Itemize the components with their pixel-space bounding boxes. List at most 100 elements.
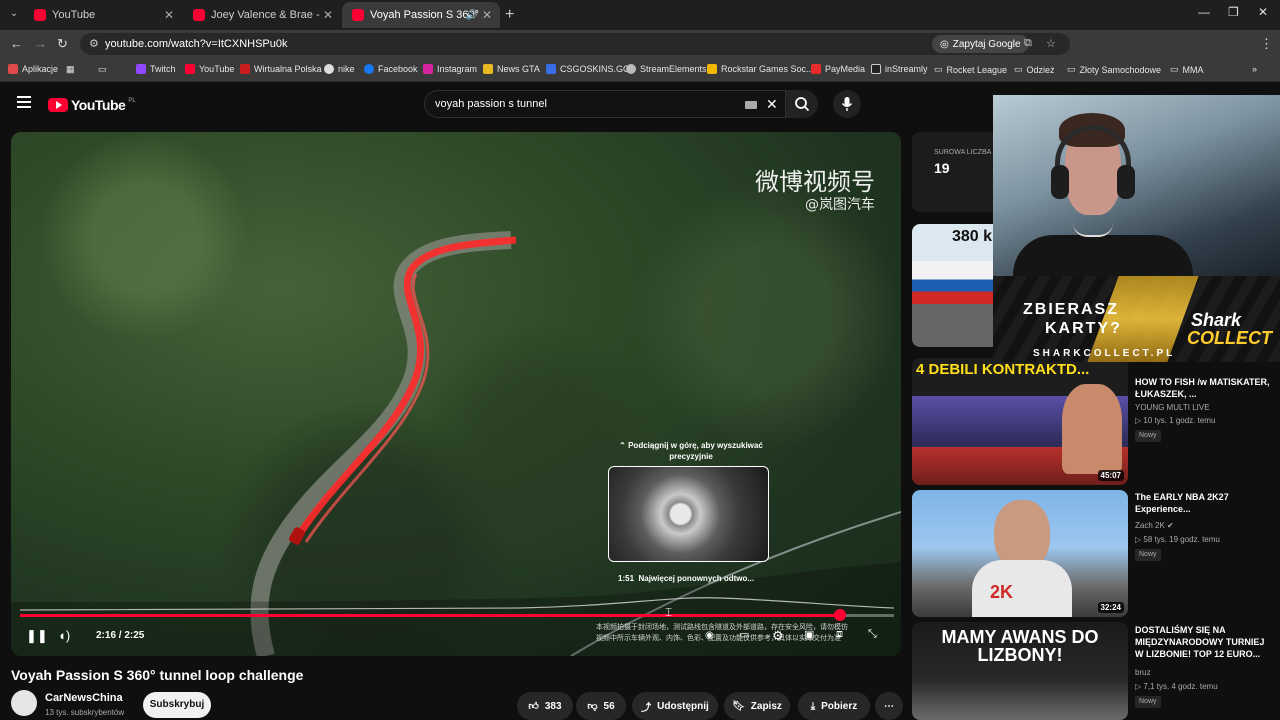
bookmark-csgoskins[interactable]: CSGOSKINS.GG — [546, 64, 630, 74]
bookmark-nike[interactable]: nike — [324, 64, 355, 74]
streamelements-icon — [626, 64, 636, 74]
new-tab-plus-icon[interactable]: + — [505, 6, 514, 24]
bookmark-twitch[interactable]: Twitch — [136, 64, 176, 74]
progress-scrubber-handle[interactable] — [833, 609, 846, 621]
reload-icon[interactable]: ↻ — [57, 36, 68, 52]
ask-google-button[interactable]: ◎ Zapytaj Google — [932, 35, 1029, 53]
download-icon: ⤓ — [810, 700, 816, 712]
recommendation-title[interactable]: HOW TO FISH /w MATISKATER, ŁUKASZEK, ... — [1135, 376, 1275, 400]
ask-google-label: Zapytaj Google — [952, 38, 1021, 50]
tab-youtube[interactable]: YouTube ✕ — [24, 2, 182, 28]
wp-icon — [240, 64, 250, 74]
bookmark-apps[interactable]: Aplikacje — [8, 64, 58, 74]
close-icon[interactable]: ✕ — [482, 8, 492, 22]
clear-search-icon[interactable]: ✕ — [766, 96, 778, 113]
bookmark-instreamly[interactable]: inStreamly — [871, 64, 928, 74]
url-text[interactable]: youtube.com/watch?v=ItCXNHSPu0k — [105, 38, 288, 50]
save-button[interactable]: 🔖︎ Zapisz — [724, 692, 790, 720]
bookmark-news-gta[interactable]: News GTA — [483, 64, 540, 74]
search-button[interactable] — [786, 90, 818, 118]
volume-icon[interactable]: ◖) — [58, 628, 70, 643]
cast-icon[interactable]: ⧈ — [836, 628, 843, 641]
recommendation-thumbnail[interactable]: MAMY AWANS DO LIZBONY! — [912, 622, 1128, 720]
recommendation-thumbnail[interactable]: 4 DEBILI KONTRAKTD... 45:07 — [912, 358, 1128, 485]
video-player[interactable]: 微博视频号 @岚图汽车 ⌃ Podciągnij w górę, aby wys… — [11, 132, 901, 656]
voice-search-button[interactable] — [833, 90, 861, 118]
forward-arrow-icon[interactable]: → — [34, 36, 47, 51]
site-info-icon[interactable]: ⚙ — [89, 37, 99, 50]
seek-precision-hint: ⌃ Podciągnij w górę, aby wyszukiwać prec… — [619, 441, 763, 461]
microphone-icon — [841, 97, 853, 111]
folder-icon: ▭ — [1014, 64, 1023, 74]
dislike-button[interactable]: 👎︎ 56 — [576, 692, 626, 720]
apps-grid-icon[interactable]: ▦ — [66, 64, 75, 75]
recommendation-title[interactable]: DOSTALIŚMY SIĘ NA MIĘDZYNARODOWY TURNIEJ… — [1135, 624, 1275, 660]
video-duration: 45:07 — [1097, 470, 1124, 481]
autoplay-toggle-icon[interactable]: ◉ — [705, 630, 714, 641]
omnibox[interactable]: ⚙ youtube.com/watch?v=ItCXNHSPu0k ◎ Zapy… — [80, 33, 1070, 55]
install-app-icon[interactable]: ⧉ — [1024, 37, 1032, 50]
bookmark-folder-odziez[interactable]: ▭ Odzież — [1014, 64, 1055, 75]
bookmark-wp[interactable]: Wirtualna Polska — [240, 64, 322, 74]
more-bookmarks-icon[interactable]: » — [1252, 64, 1257, 74]
recommendation-channel[interactable]: YOUNG MULTI LIVE — [1135, 403, 1210, 412]
recommendation-thumbnail[interactable]: 2K 32:24 — [912, 490, 1128, 617]
recommendation-channel[interactable]: bruz — [1135, 668, 1151, 677]
bookmark-youtube[interactable]: YouTube — [185, 64, 234, 74]
banner-url: SHARKCOLLECT.PL — [1033, 348, 1176, 359]
folder-icon[interactable]: ▭ — [98, 64, 107, 75]
recommendation-channel[interactable]: Zach 2K ✔ — [1135, 521, 1174, 530]
bookmark-rockstar[interactable]: Rockstar Games Soc... — [707, 64, 814, 74]
share-button[interactable]: ⤴ Udostępnij — [632, 692, 718, 720]
stat-label: SUROWA LICZBA — [934, 149, 992, 156]
tab-search-icon[interactable]: ⌄ — [5, 5, 23, 23]
bookmark-facebook[interactable]: Facebook — [364, 64, 418, 74]
tab-voyah[interactable]: Voyah Passion S 360° tunne 🔊 ✕ — [342, 2, 500, 28]
bookmark-star-icon[interactable]: ☆ — [1046, 37, 1056, 50]
menu-hamburger-icon[interactable] — [17, 96, 31, 111]
download-button[interactable]: ⤓ Pobierz — [798, 692, 870, 720]
keyboard-icon[interactable] — [745, 101, 757, 109]
close-icon[interactable]: ✕ — [323, 8, 333, 22]
bookmark-folder-zloty[interactable]: ▭ Złoty Samochodowe — [1067, 64, 1161, 75]
subscribe-button[interactable]: Subskrybuj — [143, 692, 211, 718]
new-badge: Nowy — [1135, 696, 1161, 708]
close-icon[interactable]: ✕ — [164, 8, 174, 22]
settings-gear-icon[interactable]: ⚙ — [772, 628, 784, 644]
thumbnail-text: 2K — [990, 582, 1014, 602]
search-box[interactable]: voyah passion s tunnel ✕ — [424, 90, 786, 118]
heatmap-graph — [20, 597, 894, 611]
bookmark-folder-rocket-league[interactable]: ▭ Rocket League — [934, 64, 1007, 75]
more-actions-button[interactable]: ⋯ — [875, 692, 903, 720]
tab-joey-valence[interactable]: Joey Valence & Brae - push the ✕ — [183, 2, 341, 28]
recommendation-title[interactable]: The EARLY NBA 2K27 Experience... — [1135, 491, 1275, 515]
youtube-logo[interactable]: YouTube PL — [48, 97, 136, 113]
instreamly-icon — [871, 64, 881, 74]
fullscreen-icon[interactable]: ⤡ — [868, 628, 877, 641]
window-close-icon[interactable]: ✕ — [1258, 5, 1268, 19]
bookmark-paymedia[interactable]: PayMedia — [811, 64, 865, 74]
stat-card: SUROWA LICZBA 19 — [912, 132, 1002, 212]
speaker-icon[interactable]: 🔊 — [466, 10, 478, 21]
subtitles-icon[interactable]: ▭ — [739, 628, 749, 641]
bookmark-streamelements[interactable]: StreamElements — [626, 64, 707, 74]
new-badge: Nowy — [1135, 430, 1161, 442]
thumbnail-text: MAMY AWANS DO LIZBONY! — [941, 627, 1099, 665]
bookmark-folder-mma[interactable]: ▭ MMA — [1170, 64, 1204, 75]
seek-preview-time: 1:51 Najwięcej ponownych odtwo... — [618, 574, 755, 583]
webcam-person-body — [1013, 235, 1193, 276]
like-button[interactable]: 👍︎ 383 — [517, 692, 573, 720]
pause-icon[interactable]: ❚❚ — [26, 628, 48, 644]
browser-tabbar: ⌄ YouTube ✕ Joey Valence & Brae - push t… — [0, 0, 1280, 30]
maximize-icon[interactable]: ❐ — [1228, 5, 1239, 19]
mouse-cursor-icon: ⌶ — [665, 605, 673, 619]
miniplayer-icon[interactable]: ▣ — [804, 628, 814, 641]
bookmark-instagram[interactable]: Instagram — [423, 64, 477, 74]
share-icon: ⤴ — [641, 702, 652, 714]
back-arrow-icon[interactable]: ← — [10, 36, 23, 51]
channel-avatar[interactable] — [11, 690, 37, 716]
minimize-icon[interactable]: — — [1198, 5, 1210, 19]
kebab-menu-icon[interactable]: ⋮ — [1260, 36, 1273, 52]
search-input[interactable]: voyah passion s tunnel — [435, 98, 547, 110]
channel-name[interactable]: CarNewsChina — [45, 692, 123, 704]
